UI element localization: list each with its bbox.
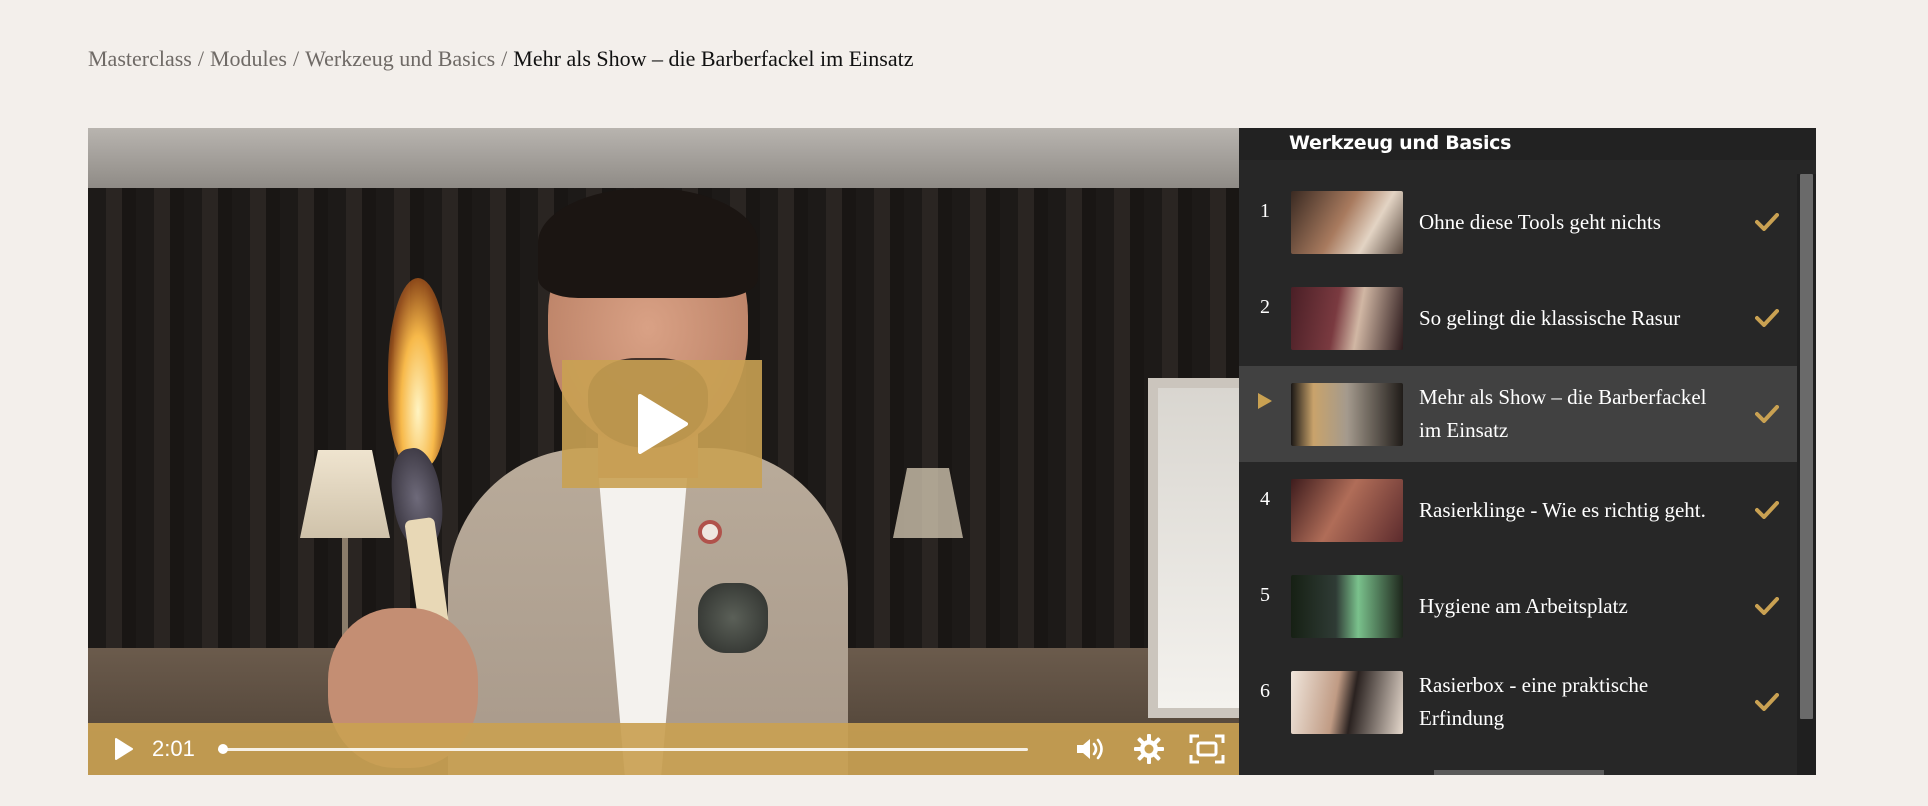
lesson-number: 5: [1260, 584, 1270, 606]
volume-icon: [1077, 738, 1103, 760]
breadcrumb-module[interactable]: Werkzeug und Basics: [305, 46, 495, 71]
lesson-title: Ohne diese Tools geht nichts: [1419, 209, 1661, 234]
sidebar-scrollbar[interactable]: [1797, 174, 1816, 775]
lesson-number: 1: [1260, 200, 1270, 222]
gear-icon: [1134, 734, 1164, 764]
lesson-thumbnail: [1291, 478, 1403, 542]
lesson-player: 2:01 Werkzeug und Basics 1 Ohne diese To…: [88, 128, 1816, 775]
play-button[interactable]: [106, 731, 142, 767]
lesson-number: 2: [1260, 296, 1270, 318]
lesson-thumbnail: [1291, 574, 1403, 638]
check-icon: [1737, 693, 1797, 711]
check-icon: [1737, 405, 1797, 423]
breadcrumb: Masterclass / Modules / Werkzeug und Basics /…: [88, 46, 913, 72]
lesson-thumbnail: [1291, 286, 1403, 350]
horizontal-scrollbar-thumb[interactable]: [1434, 770, 1604, 775]
settings-button[interactable]: [1131, 731, 1167, 767]
lesson-number: 6: [1260, 680, 1270, 702]
sidebar-header: Werkzeug und Basics: [1239, 128, 1816, 160]
lesson-list: 1 Ohne diese Tools geht nichts 2 So geli…: [1239, 174, 1797, 750]
check-icon: [1737, 213, 1797, 231]
play-icon: [638, 394, 688, 454]
lesson-title: Hygiene am Arbeitsplatz: [1419, 593, 1628, 618]
breadcrumb-masterclass[interactable]: Masterclass: [88, 46, 192, 71]
lesson-item[interactable]: 5 Hygiene am Arbeitsplatz: [1239, 558, 1797, 654]
video-player[interactable]: 2:01: [88, 128, 1239, 775]
big-play-button[interactable]: [562, 360, 762, 488]
lesson-sidebar: Werkzeug und Basics 1 Ohne diese Tools g…: [1239, 128, 1816, 775]
time-display: 2:01: [152, 736, 195, 761]
video-controls: 2:01: [88, 723, 1239, 775]
breadcrumb-current: Mehr als Show – die Barberfackel im Eins…: [513, 46, 914, 71]
lesson-number: 4: [1260, 488, 1270, 510]
play-triangle-icon: [1239, 366, 1291, 416]
lesson-thumbnail: [1291, 190, 1403, 254]
lesson-item-active[interactable]: Mehr als Show – die Barberfackel im Eins…: [1239, 366, 1797, 462]
lesson-thumbnail: [1291, 382, 1403, 446]
lesson-title: Rasierbox - eine praktische Erfindung: [1419, 673, 1649, 730]
lesson-title: So gelingt die klassische Rasur: [1419, 305, 1681, 330]
fullscreen-icon: [1189, 734, 1225, 764]
scrollbar-thumb[interactable]: [1800, 174, 1813, 719]
lesson-item[interactable]: 1 Ohne diese Tools geht nichts: [1239, 174, 1797, 270]
breadcrumb-modules[interactable]: Modules: [210, 46, 287, 71]
progress-handle[interactable]: [218, 744, 228, 754]
breadcrumb-separator: /: [501, 46, 508, 71]
fullscreen-button[interactable]: [1189, 731, 1225, 767]
lesson-title: Mehr als Show – die Barberfackel im Eins…: [1419, 385, 1707, 442]
breadcrumb-separator: /: [292, 46, 300, 71]
breadcrumb-separator: /: [197, 46, 204, 71]
check-icon: [1737, 597, 1797, 615]
check-icon: [1737, 309, 1797, 327]
lesson-item[interactable]: 6 Rasierbox - eine praktische Erfindung: [1239, 654, 1797, 750]
lesson-item[interactable]: 2 So gelingt die klassische Rasur: [1239, 270, 1797, 366]
lesson-item[interactable]: 4 Rasierklinge - Wie es richtig geht.: [1239, 462, 1797, 558]
play-icon: [115, 738, 133, 760]
module-title: Werkzeug und Basics: [1289, 132, 1512, 154]
lesson-thumbnail: [1291, 670, 1403, 734]
lesson-title: Rasierklinge - Wie es richtig geht.: [1419, 497, 1706, 522]
progress-bar[interactable]: [218, 736, 1028, 762]
volume-button[interactable]: [1073, 731, 1109, 767]
check-icon: [1737, 501, 1797, 519]
progress-track: [218, 747, 1028, 751]
